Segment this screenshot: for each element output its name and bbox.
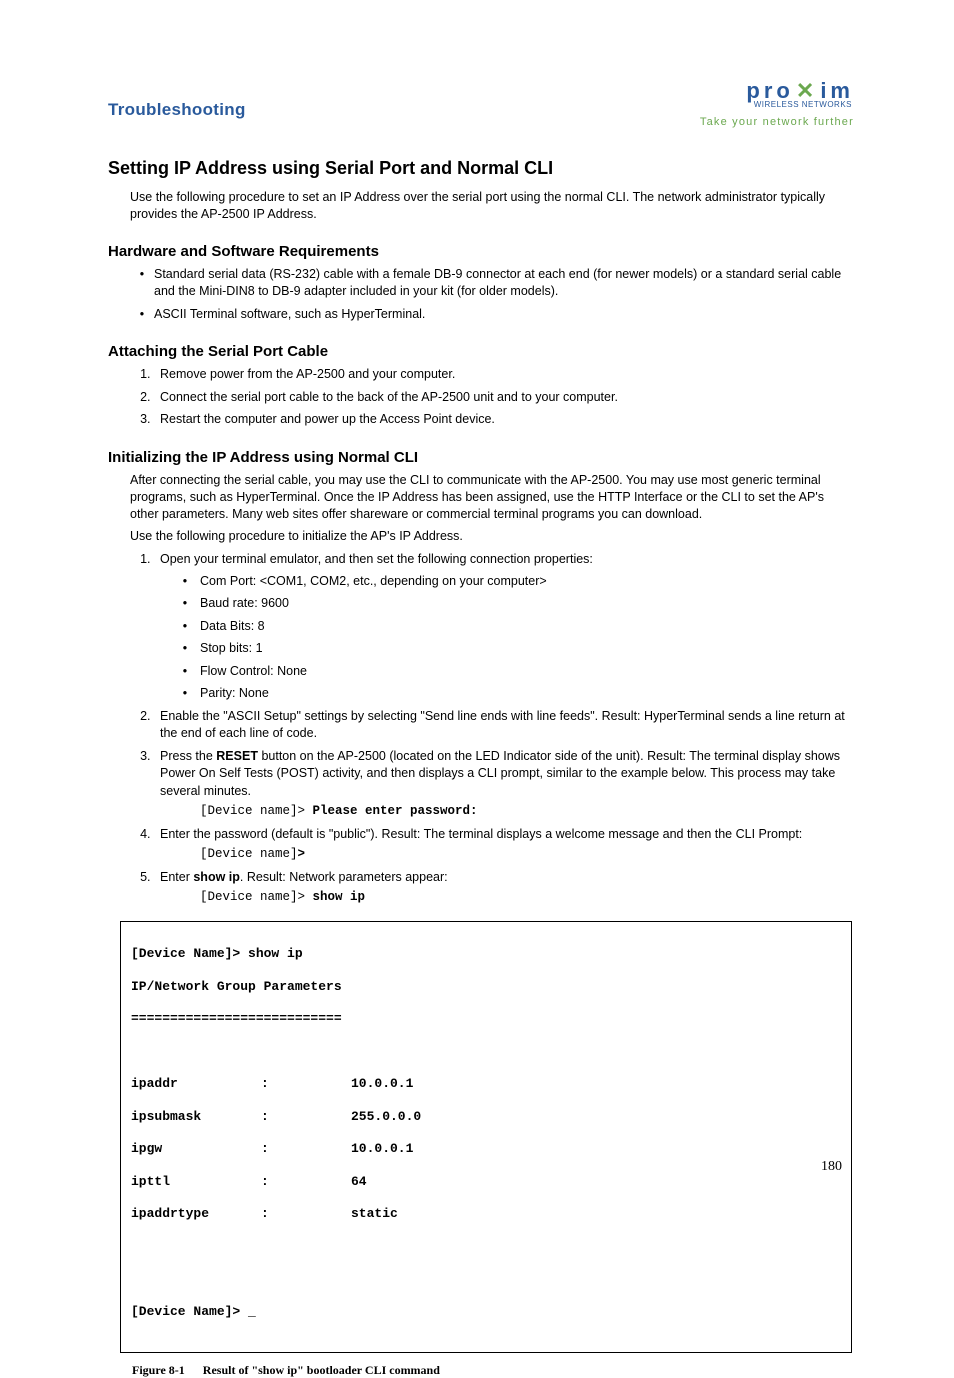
term-key: ipttl (131, 1174, 261, 1190)
list-item: Parity: None (200, 685, 854, 703)
section-heading-hw: Hardware and Software Requirements (108, 243, 854, 260)
term-colon: : (261, 1109, 351, 1125)
step-text-a: Press the (160, 749, 216, 763)
figure-text: Result of "show ip" bootloader CLI comma… (203, 1363, 440, 1377)
list-item: Remove power from the AP-2500 and your c… (154, 366, 854, 384)
list-item: Enable the "ASCII Setup" settings by sel… (154, 708, 854, 743)
list-item: ASCII Terminal software, such as HyperTe… (154, 306, 854, 324)
term-val: 64 (351, 1174, 367, 1190)
term-row: ipsubmask:255.0.0.0 (131, 1109, 841, 1125)
term-key: ipaddrtype (131, 1206, 261, 1222)
init-para1: After connecting the serial cable, you m… (130, 472, 854, 523)
term-line: =========================== (131, 1011, 841, 1027)
section-heading-main: Setting IP Address using Serial Port and… (108, 158, 854, 179)
term-row: ipttl:64 (131, 1174, 841, 1190)
init-steps-list: Open your terminal emulator, and then se… (150, 551, 854, 907)
page-header: Troubleshooting pro✕im WIRELESS NETWORKS… (108, 80, 854, 128)
term-val: 255.0.0.0 (351, 1109, 421, 1125)
term-colon: : (261, 1141, 351, 1157)
init-para2: Use the following procedure to initializ… (130, 528, 854, 545)
term-row: ipaddr:10.0.0.1 (131, 1076, 841, 1092)
term-val: 10.0.0.1 (351, 1076, 413, 1092)
terminal-output: [Device Name]> show ip IP/Network Group … (120, 921, 852, 1353)
brand-block: pro✕im WIRELESS NETWORKS Take your netwo… (700, 80, 854, 128)
step-text-a: Enter (160, 870, 193, 884)
term-key: ipsubmask (131, 1109, 261, 1125)
brand-subline: WIRELESS NETWORKS (700, 100, 852, 109)
reset-label: RESET (216, 749, 258, 763)
term-line: [Device Name]> show ip (131, 946, 841, 962)
step-text-b: . Result: Network parameters appear: (240, 870, 448, 884)
list-item: Baud rate: 9600 (200, 595, 854, 613)
term-key: ipgw (131, 1141, 261, 1157)
term-colon: : (261, 1174, 351, 1190)
list-item: Enter the password (default is "public")… (154, 826, 854, 864)
hw-requirements-list: Standard serial data (RS-232) cable with… (154, 266, 854, 324)
code-bold: show ip (313, 890, 366, 904)
term-row: ipaddrtype:static (131, 1206, 841, 1222)
term-colon: : (261, 1076, 351, 1092)
attach-steps-list: Remove power from the AP-2500 and your c… (150, 366, 854, 429)
intro-paragraph: Use the following procedure to set an IP… (130, 189, 854, 223)
term-colon: : (261, 1206, 351, 1222)
section-heading-init: Initializing the IP Address using Normal… (108, 449, 854, 466)
code-prompt: [Device name]> (200, 890, 313, 904)
list-item: Enter show ip. Result: Network parameter… (154, 869, 854, 907)
term-blank (131, 1044, 841, 1060)
figure-number: Figure 8-1 (132, 1363, 185, 1377)
code-line: [Device name]> Please enter password: (200, 803, 854, 821)
code-line: [Device name]> show ip (200, 889, 854, 907)
list-item: Open your terminal emulator, and then se… (154, 551, 854, 703)
term-row: ipgw:10.0.0.1 (131, 1141, 841, 1157)
code-prompt: [Device name] (200, 847, 298, 861)
step-text-b: button on the AP-2500 (located on the LE… (160, 749, 840, 798)
list-item: Standard serial data (RS-232) cable with… (154, 266, 854, 301)
term-prompt: [Device Name]> _ (131, 1304, 841, 1320)
term-val: static (351, 1206, 398, 1222)
list-item: Press the RESET button on the AP-2500 (l… (154, 748, 854, 821)
list-item: Connect the serial port cable to the bac… (154, 389, 854, 407)
term-val: 10.0.0.1 (351, 1141, 413, 1157)
term-line: IP/Network Group Parameters (131, 979, 841, 995)
term-key: ipaddr (131, 1076, 261, 1092)
chapter-title: Troubleshooting (108, 100, 246, 120)
brand-tagline: Take your network further (700, 116, 854, 128)
figure-caption: Figure 8-1 Result of "show ip" bootloader… (132, 1363, 854, 1378)
list-item: Stop bits: 1 (200, 640, 854, 658)
list-item: Restart the computer and power up the Ac… (154, 411, 854, 429)
code-line: [Device name]> (200, 846, 854, 864)
step-text: Open your terminal emulator, and then se… (160, 552, 593, 566)
logo-x-icon: ✕ (796, 80, 818, 102)
list-item: Com Port: <COM1, COM2, etc., depending o… (200, 573, 854, 591)
section-heading-attach: Attaching the Serial Port Cable (108, 343, 854, 360)
code-bold: Please enter password: (313, 804, 478, 818)
list-item: Flow Control: None (200, 663, 854, 681)
showip-label: show ip (193, 870, 240, 884)
page-number: 180 (821, 1159, 842, 1175)
term-blank (131, 1239, 841, 1255)
code-prompt: [Device name]> (200, 804, 313, 818)
list-item: Data Bits: 8 (200, 618, 854, 636)
code-bold: > (298, 847, 306, 861)
term-blank (131, 1271, 841, 1287)
step-text: Enter the password (default is "public")… (160, 827, 802, 841)
brand-logo: pro✕im (700, 80, 854, 102)
connection-properties-list: Com Port: <COM1, COM2, etc., depending o… (200, 573, 854, 703)
